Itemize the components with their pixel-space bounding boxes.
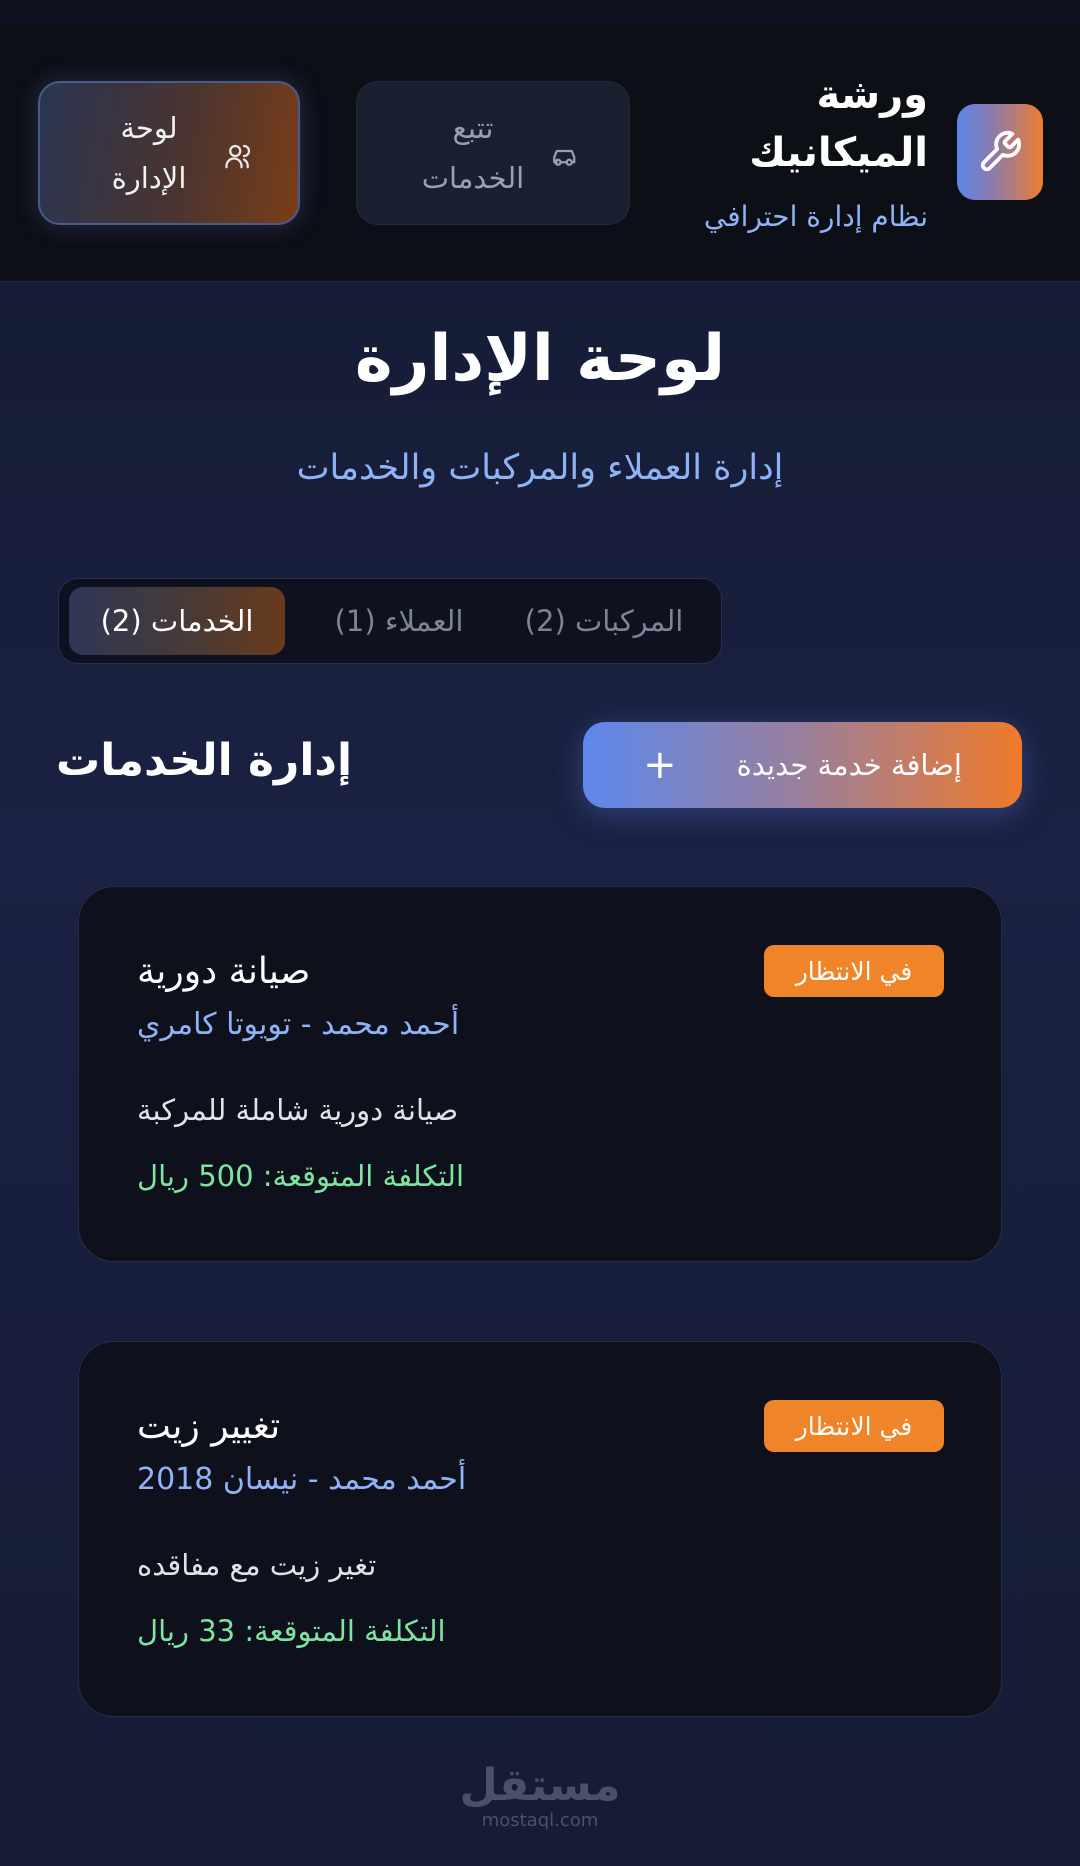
wrench-icon bbox=[980, 130, 1022, 172]
users-icon bbox=[224, 141, 254, 171]
service-description: تغير زيت مع مفاقده bbox=[137, 1548, 377, 1582]
service-cost: التكلفة المتوقعة: 33 ريال bbox=[137, 1614, 446, 1648]
watermark-url: mostaql.com bbox=[481, 1810, 599, 1831]
service-card[interactable]: في الانتظار صيانة دورية أحمد محمد - تويو… bbox=[78, 886, 1002, 1262]
nav-admin-label: لوحة الإدارة bbox=[111, 111, 187, 195]
service-cost: التكلفة المتوقعة: 500 ريال bbox=[137, 1159, 465, 1193]
service-customer-vehicle: أحمد محمد - تويوتا كامري bbox=[137, 1007, 460, 1042]
add-service-button[interactable]: إضافة خدمة جديدة + bbox=[583, 722, 1022, 808]
watermark-logo: مستقل bbox=[459, 1760, 621, 1811]
tab-bar: المركبات (2) العملاء (1) الخدمات (2) bbox=[58, 578, 722, 664]
service-title: تغيير زيت bbox=[137, 1406, 281, 1447]
brand-subtitle: نظام إدارة احترافي bbox=[703, 200, 928, 233]
service-customer-vehicle: أحمد محمد - نيسان 2018 bbox=[137, 1462, 467, 1497]
page-title: لوحة الإدارة bbox=[354, 322, 726, 396]
status-badge: في الانتظار bbox=[764, 945, 944, 997]
status-strip bbox=[0, 0, 1080, 24]
tab-services[interactable]: الخدمات (2) bbox=[69, 587, 285, 655]
service-card[interactable]: في الانتظار تغيير زيت أحمد محمد - نيسان … bbox=[78, 1341, 1002, 1717]
app-header: ورشة الميكانيك نظام إدارة احترافي تتبع ا… bbox=[0, 24, 1080, 282]
tab-vehicles[interactable]: المركبات (2) bbox=[499, 587, 709, 655]
watermark: مستقل mostaql.com bbox=[440, 1762, 640, 1832]
section-title: إدارة الخدمات bbox=[56, 735, 353, 786]
page-subtitle: إدارة العملاء والمركبات والخدمات bbox=[296, 448, 784, 488]
tab-customers[interactable]: العملاء (1) bbox=[299, 587, 499, 655]
service-description: صيانة دورية شاملة للمركبة bbox=[137, 1093, 459, 1127]
brand-logo bbox=[957, 104, 1043, 200]
nav-admin-dashboard[interactable]: لوحة الإدارة bbox=[38, 81, 300, 225]
add-service-label: إضافة خدمة جديدة bbox=[736, 748, 962, 782]
brand-title: ورشة الميكانيك bbox=[749, 72, 928, 176]
car-icon bbox=[548, 141, 578, 171]
nav-track-services[interactable]: تتبع الخدمات bbox=[356, 81, 630, 225]
service-card-body: تغيير زيت أحمد محمد - نيسان 2018 تغير زي… bbox=[79, 1342, 466, 1716]
status-badge: في الانتظار bbox=[764, 1400, 944, 1452]
service-card-body: صيانة دورية أحمد محمد - تويوتا كامري صيا… bbox=[79, 887, 464, 1261]
nav-track-label: تتبع الخدمات bbox=[421, 111, 525, 195]
plus-icon: + bbox=[643, 742, 677, 788]
service-title: صيانة دورية bbox=[137, 951, 311, 992]
